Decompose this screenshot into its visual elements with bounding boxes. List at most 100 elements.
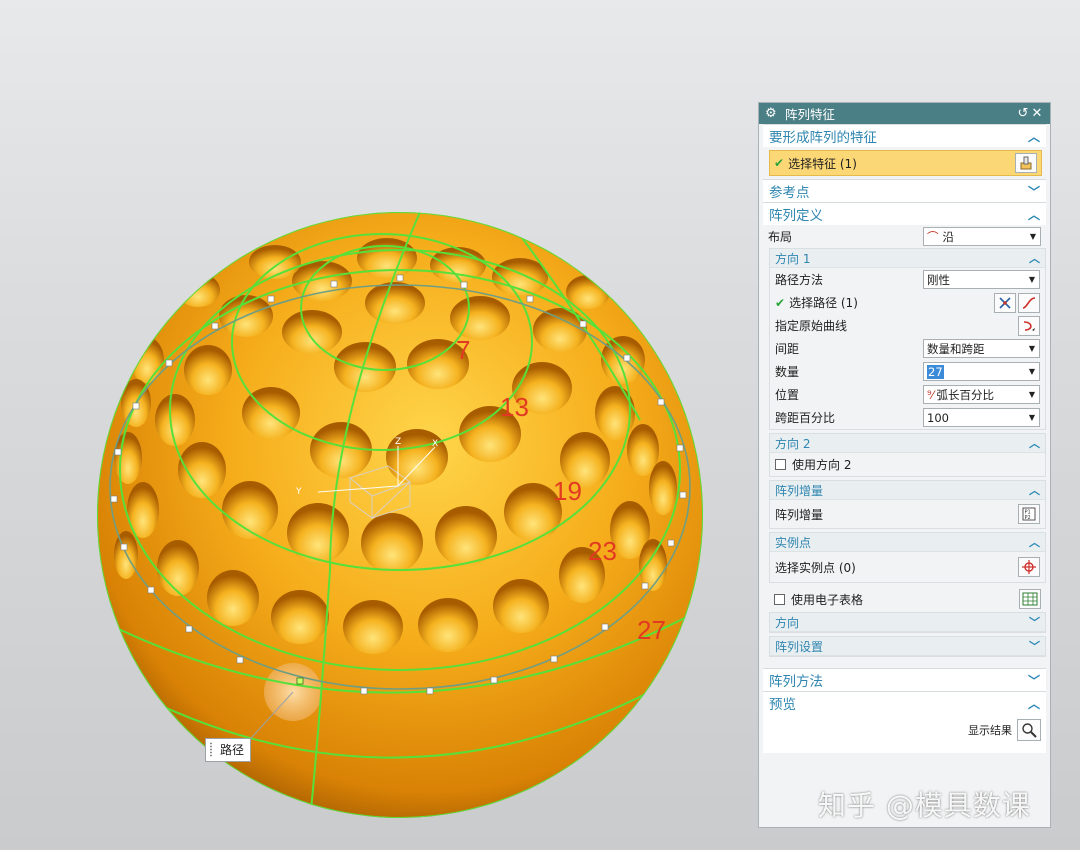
position-label: 位置 (775, 388, 800, 402)
dropdown-arrow-icon[interactable]: ▼ (1029, 413, 1035, 422)
increment-title: 阵列增量 (775, 483, 824, 498)
instance-label-27: 27 (637, 615, 666, 645)
section-preview-header[interactable]: 预览 ︿ (763, 691, 1046, 714)
count-input[interactable]: 27 ▼ (923, 362, 1040, 381)
chevron-up-icon[interactable]: ︿ (1029, 534, 1040, 550)
use-direction2-checkbox[interactable] (775, 459, 786, 470)
layout-select[interactable]: ⌒ 沿 ▼ (923, 227, 1041, 246)
spreadsheet-checkbox[interactable] (774, 593, 785, 605)
orientation-header[interactable]: 方向 ﹀ (770, 613, 1045, 632)
instance-header[interactable]: 实例点 ︿ (770, 533, 1045, 552)
curve-icon[interactable] (1018, 292, 1040, 313)
original-curve-row[interactable]: 指定原始曲线 (770, 314, 1045, 337)
count-value: 27 (927, 364, 944, 379)
arc-length-icon: ⁹⁄ (927, 387, 934, 402)
count-label: 数量 (775, 365, 800, 379)
chevron-up-icon[interactable]: ︿ (1028, 695, 1040, 712)
show-result-label: 显示结果 (968, 723, 1012, 737)
direction2-header[interactable]: 方向 2 ︿ (770, 434, 1045, 453)
section-method-header[interactable]: 阵列方法 ﹀ (763, 668, 1046, 691)
watermark: 知乎 @模具数课 (818, 789, 1031, 822)
dropdown-arrow-icon: ▼ (1029, 232, 1036, 241)
subsection-direction2: 方向 2 ︿ 使用方向 2 (769, 433, 1046, 477)
chevron-up-icon[interactable]: ︿ (1029, 435, 1040, 451)
instance-label-13: 13 (500, 392, 529, 422)
subsection-increment: 阵列增量 ︿ 阵列增量 P1 P2 (769, 480, 1046, 529)
section-features-header[interactable]: 要形成阵列的特征 ︿ (763, 124, 1046, 147)
drag-grip-icon[interactable] (209, 742, 213, 757)
section-preview: 预览 ︿ 显示结果 (763, 691, 1046, 753)
dialog-title: 阵列特征 (785, 107, 836, 122)
use-direction2-row[interactable]: 使用方向 2 (770, 453, 1045, 476)
span-pct-label: 跨距百分比 (775, 411, 836, 425)
section-ref-point-header[interactable]: 参考点 ﹀ (763, 179, 1046, 202)
count-row: 数量 27 ▼ (770, 360, 1045, 383)
layout-label: 布局 (768, 230, 793, 244)
spreadsheet-row[interactable]: 使用电子表格 (769, 586, 1046, 612)
span-pct-input[interactable]: 100 ▼ (923, 408, 1040, 427)
section-features-title: 要形成阵列的特征 (769, 130, 877, 146)
direction1-header[interactable]: 方向 1 ︿ (770, 249, 1045, 268)
select-feature-row[interactable]: ✔ 选择特征 (1) (769, 150, 1042, 176)
curve-select-icon[interactable] (1018, 315, 1040, 336)
check-icon: ✔ (774, 156, 785, 170)
subsection-instance: 实例点 ︿ 选择实例点 (0) (769, 532, 1046, 583)
chevron-down-icon[interactable]: ﹀ (1029, 614, 1040, 630)
position-select[interactable]: ⁹⁄ 弧长百分比 ▼ (923, 385, 1040, 404)
point-dialog-icon[interactable] (994, 292, 1016, 313)
chevron-down-icon[interactable]: ﹀ (1029, 638, 1040, 654)
section-preview-title: 预览 (769, 697, 796, 713)
section-ref-point: 参考点 ﹀ (763, 179, 1046, 202)
subsection-settings: 阵列设置 ﹀ (769, 636, 1046, 657)
direction1-title: 方向 1 (775, 251, 811, 266)
instance-row[interactable]: 选择实例点 (0) (770, 552, 1045, 582)
graphics-viewport[interactable]: Z Y X 7 13 19 23 27 路径 (0, 0, 755, 850)
layout-row: 布局 ⌒ 沿 ▼ (763, 225, 1046, 248)
chevron-up-icon[interactable]: ︿ (1029, 250, 1040, 266)
dropdown-arrow-icon: ▼ (1028, 390, 1035, 399)
instance-label: 选择实例点 (0) (775, 560, 856, 575)
settings-header[interactable]: 阵列设置 ﹀ (770, 637, 1045, 656)
spacing-select[interactable]: 数量和跨距 ▼ (923, 339, 1040, 358)
dropdown-arrow-icon[interactable]: ▼ (1029, 367, 1035, 376)
feature-select-icon[interactable] (1015, 153, 1037, 173)
subsection-orientation: 方向 ﹀ (769, 612, 1046, 633)
chevron-up-icon[interactable]: ︿ (1029, 482, 1040, 498)
use-direction2-label: 使用方向 2 (792, 458, 852, 472)
spreadsheet-label: 使用电子表格 (791, 592, 864, 607)
path-tag[interactable]: 路径 (205, 738, 252, 762)
original-curve-label: 指定原始曲线 (775, 319, 848, 333)
gear-icon[interactable]: ⚙ (765, 106, 779, 121)
chevron-down-icon[interactable]: ﹀ (1028, 672, 1040, 689)
subsection-direction1: 方向 1 ︿ 路径方法 刚性 ▼ ✔ 选择路径 (1) 指定原始曲线 间距 数量… (769, 248, 1046, 430)
dropdown-arrow-icon: ▼ (1028, 344, 1035, 353)
increment-icon[interactable]: P1 P2 (1018, 504, 1040, 524)
path-method-row: 路径方法 刚性 ▼ (770, 268, 1045, 291)
orientation-title: 方向 (775, 615, 800, 630)
chevron-up-icon[interactable]: ︿ (1028, 206, 1040, 223)
show-result-row: 显示结果 (763, 718, 1046, 741)
select-path-row[interactable]: ✔ 选择路径 (1) (770, 291, 1045, 314)
path-method-select[interactable]: 刚性 ▼ (923, 270, 1040, 289)
dialog-titlebar[interactable]: ⚙ 阵列特征 ↺ ✕ (759, 103, 1050, 124)
reset-icon[interactable]: ↺ (1016, 106, 1030, 121)
close-icon[interactable]: ✕ (1030, 106, 1044, 121)
section-method-title: 阵列方法 (769, 674, 823, 690)
chevron-up-icon[interactable]: ︿ (1028, 128, 1040, 145)
instance-title: 实例点 (775, 535, 812, 550)
spacing-label: 间距 (775, 342, 800, 356)
section-definition: 阵列定义 ︿ 布局 ⌒ 沿 ▼ (763, 202, 1046, 248)
section-method: 阵列方法 ﹀ (763, 668, 1046, 691)
spreadsheet-icon[interactable] (1019, 589, 1041, 609)
increment-header[interactable]: 阵列增量 ︿ (770, 481, 1045, 500)
section-definition-header[interactable]: 阵列定义 ︿ (763, 202, 1046, 225)
magnifier-icon[interactable] (1017, 718, 1041, 741)
chevron-down-icon[interactable]: ﹀ (1028, 183, 1040, 200)
axis-y-label: Y (295, 487, 302, 497)
path-tag-label: 路径 (220, 743, 245, 757)
crosshair-icon[interactable] (1018, 557, 1040, 577)
section-definition-title: 阵列定义 (769, 208, 823, 224)
span-pct-row: 跨距百分比 100 ▼ (770, 406, 1045, 429)
settings-title: 阵列设置 (775, 639, 824, 654)
spacing-value: 数量和跨距 (927, 341, 985, 356)
